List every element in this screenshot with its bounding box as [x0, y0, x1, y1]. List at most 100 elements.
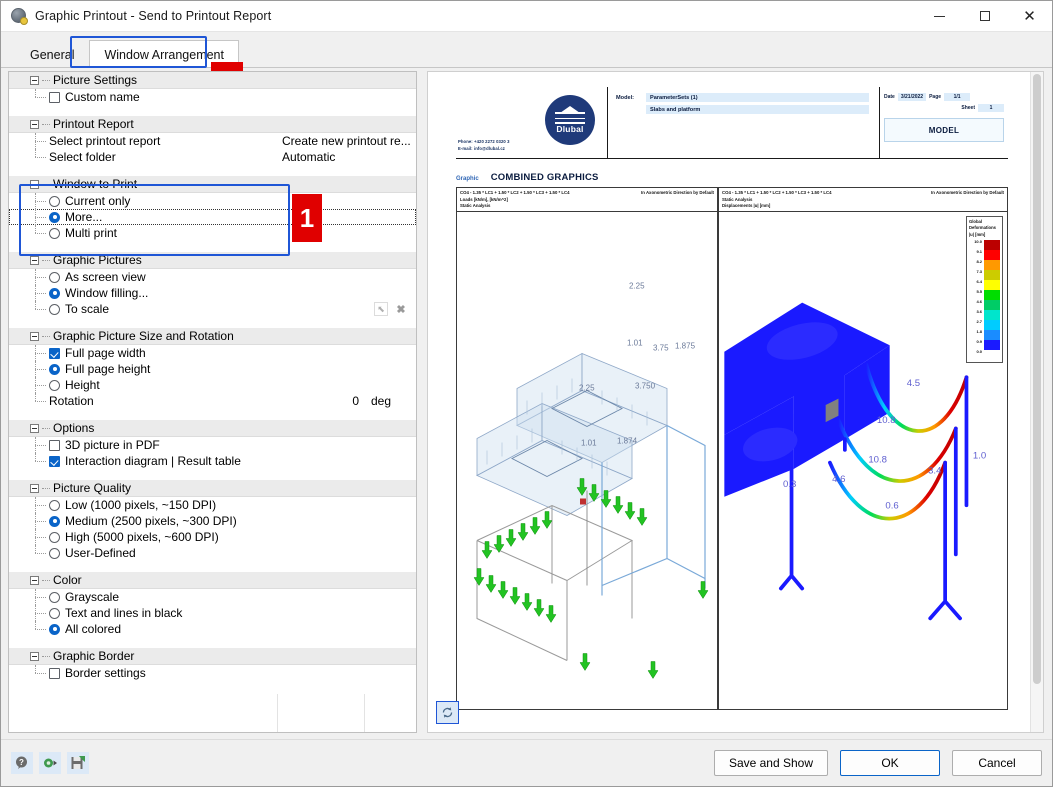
- row-multi-print[interactable]: Multi print: [9, 225, 416, 241]
- row-color-all-colored[interactable]: All colored: [9, 621, 416, 637]
- save-and-show-button[interactable]: Save and Show: [713, 750, 828, 776]
- row-current-only[interactable]: Current only: [9, 193, 416, 209]
- legend-value: 10.0: [974, 238, 982, 244]
- group-header-size-rotation[interactable]: Graphic Picture Size and Rotation: [9, 328, 416, 345]
- minimize-icon[interactable]: [917, 1, 962, 31]
- grayscale-radio[interactable]: [49, 591, 60, 603]
- row-full-page-height[interactable]: Full page height: [9, 361, 416, 377]
- collapse-icon[interactable]: [30, 423, 39, 433]
- row-color-text-lines-black[interactable]: Text and lines in black: [9, 605, 416, 621]
- as-screen-view-radio[interactable]: [49, 271, 60, 283]
- collapse-icon[interactable]: [30, 75, 39, 85]
- rotation-value[interactable]: 0: [339, 394, 359, 408]
- full-page-width-checkbox[interactable]: [49, 347, 60, 359]
- graphic-tag: Graphic: [456, 176, 479, 182]
- row-quality-low[interactable]: Low (1000 pixels, ~150 DPI): [9, 497, 416, 513]
- collapse-icon[interactable]: [30, 483, 39, 493]
- row-rotation[interactable]: Rotation 0 deg: [9, 393, 416, 409]
- refresh-preview-button[interactable]: [436, 701, 459, 724]
- row-as-screen-view[interactable]: As screen view: [9, 269, 416, 285]
- group-header-picture-settings[interactable]: Picture Settings: [9, 72, 416, 89]
- select-printout-report-value[interactable]: Create new printout re...: [282, 134, 411, 148]
- help-icon[interactable]: ?: [11, 752, 33, 774]
- group-header-color[interactable]: Color: [9, 572, 416, 589]
- quality-medium-radio[interactable]: [49, 515, 60, 527]
- row-quality-medium[interactable]: Medium (2500 pixels, ~300 DPI): [9, 513, 416, 529]
- row-color-grayscale[interactable]: Grayscale: [9, 589, 416, 605]
- to-scale-radio[interactable]: [49, 303, 60, 315]
- legend-value: 9.1: [976, 248, 982, 254]
- report-header-meta: Date 3/21/2022 Page 1/1 Sheet 1 MODEL: [880, 87, 1008, 158]
- legend-value: 2.7: [976, 318, 982, 324]
- annotation-badge-1: 1: [292, 194, 322, 242]
- height-radio[interactable]: [49, 379, 60, 391]
- row-interaction-diagram[interactable]: Interaction diagram | Result table: [9, 453, 416, 469]
- deformation-label: 3.4: [928, 465, 942, 476]
- cancel-button[interactable]: Cancel: [952, 750, 1042, 776]
- current-only-radio[interactable]: [49, 195, 60, 207]
- quality-user-defined-radio[interactable]: [49, 547, 60, 559]
- select-folder-value[interactable]: Automatic: [282, 150, 335, 164]
- collapse-icon[interactable]: [30, 331, 39, 341]
- collapse-icon[interactable]: [30, 651, 39, 661]
- row-more[interactable]: More...: [9, 209, 416, 225]
- preview-scrollbar-thumb[interactable]: [1033, 74, 1041, 684]
- row-window-filling[interactable]: Window filling...: [9, 285, 416, 301]
- tree-gutter: [9, 621, 49, 637]
- dlubal-logo-text: Dlubal: [556, 124, 584, 134]
- row-to-scale[interactable]: To scale ⬉ ✖: [9, 301, 416, 317]
- all-colored-radio[interactable]: [49, 623, 60, 635]
- row-quality-high[interactable]: High (5000 pixels, ~600 DPI): [9, 529, 416, 545]
- quality-low-radio[interactable]: [49, 499, 60, 511]
- tab-general[interactable]: General: [15, 40, 89, 68]
- collapse-icon[interactable]: [30, 119, 39, 129]
- company-email: E-mail: info@dlubal.cz: [458, 145, 505, 151]
- window-filling-radio[interactable]: [49, 287, 60, 299]
- group-header-graphic-border[interactable]: Graphic Border: [9, 648, 416, 665]
- row-select-printout-report[interactable]: Select printout report Create new printo…: [9, 133, 416, 149]
- ok-button[interactable]: OK: [840, 750, 940, 776]
- full-page-height-radio[interactable]: [49, 363, 60, 375]
- row-3d-picture-in-pdf[interactable]: 3D picture in PDF: [9, 437, 416, 453]
- row-full-page-width[interactable]: Full page width: [9, 345, 416, 361]
- row-border-settings[interactable]: Border settings: [9, 665, 416, 681]
- grid-spacer: [9, 469, 416, 480]
- border-settings-checkbox[interactable]: [49, 667, 60, 679]
- more-radio[interactable]: [49, 211, 60, 223]
- group-header-window-to-print[interactable]: Window to Print: [9, 176, 416, 193]
- group-header-options[interactable]: Options: [9, 420, 416, 437]
- 3d-picture-pdf-checkbox[interactable]: [49, 439, 60, 451]
- row-select-folder[interactable]: Select folder Automatic: [9, 149, 416, 165]
- row-label: Interaction diagram | Result table: [65, 454, 241, 468]
- row-custom-name[interactable]: Custom name: [9, 89, 416, 105]
- group-header-printout-report[interactable]: Printout Report: [9, 116, 416, 133]
- deformation-label: 1.0: [973, 450, 986, 461]
- interaction-diagram-checkbox[interactable]: [49, 455, 60, 467]
- edit-arrow-icon[interactable]: ⬉: [374, 302, 388, 316]
- save-settings-icon[interactable]: [67, 752, 89, 774]
- preview-scrollbar[interactable]: [1030, 72, 1043, 732]
- load-label: 1.874: [617, 437, 638, 446]
- settings-apply-icon[interactable]: [39, 752, 61, 774]
- close-icon[interactable]: ✕: [1007, 1, 1052, 31]
- legend-rows: 10.0 9.1 8.2 7.3 6.4 5.5 4.6 3.6 2.7 1.8: [969, 238, 1000, 360]
- collapse-icon[interactable]: [30, 575, 39, 585]
- printout-globe-icon: [10, 7, 28, 25]
- collapse-icon[interactable]: [30, 179, 39, 189]
- custom-name-checkbox[interactable]: [49, 91, 60, 103]
- deformation-label: 4.5: [907, 378, 920, 389]
- delete-cross-icon[interactable]: ✖: [394, 302, 408, 316]
- row-quality-user-defined[interactable]: User-Defined: [9, 545, 416, 561]
- preview-page: Dlubal Phone: +420 2272 0320 3 E-mail: i…: [428, 72, 1030, 732]
- row-height[interactable]: Height: [9, 377, 416, 393]
- multi-print-radio[interactable]: [49, 227, 60, 239]
- group-header-graphic-pictures[interactable]: Graphic Pictures: [9, 252, 416, 269]
- collapse-icon[interactable]: [30, 255, 39, 265]
- quality-high-radio[interactable]: [49, 531, 60, 543]
- load-label: 3.75: [653, 344, 669, 353]
- tree-connector: [42, 427, 50, 429]
- tree-gutter: [9, 393, 49, 409]
- maximize-icon[interactable]: [962, 1, 1007, 31]
- text-lines-black-radio[interactable]: [49, 607, 60, 619]
- group-header-picture-quality[interactable]: Picture Quality: [9, 480, 416, 497]
